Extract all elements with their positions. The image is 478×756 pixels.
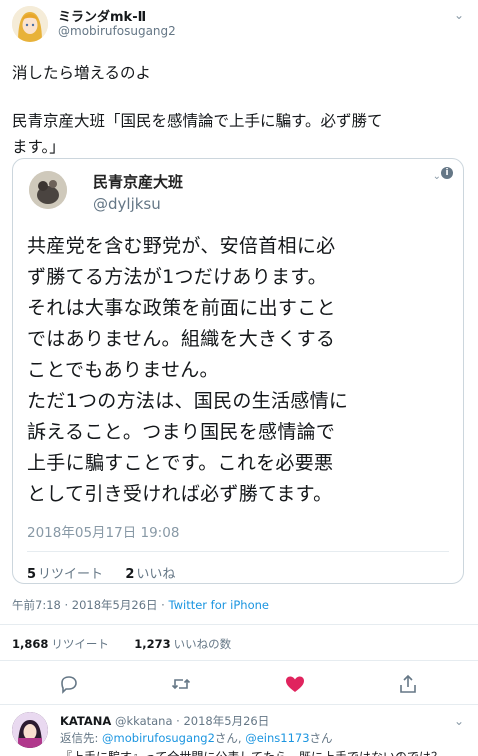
quoted-like-count: 2 [125,567,135,582]
chevron-down-icon[interactable]: ⌄ [454,714,464,728]
divider [0,704,478,705]
quoted-line: として引き受ければ必ず勝てます。 [27,483,333,505]
tweet-stats: 1,868 リツイート 1,273 いいねの数 [12,636,231,652]
tweet-text-line: 消したら増えるのよ [12,64,152,82]
retweet-label: リツイート [51,637,109,651]
reply-to-user-link[interactable]: @mobirufosugang2 [102,731,215,745]
heart-icon[interactable] [283,672,307,696]
quoted-tweet-image[interactable]: 民青京産大班 @dyljksu ⌄ i 共産党を含む野党が、安倍首相に必 ず勝て… [12,158,464,584]
divider [27,551,449,552]
reply-to-user-link[interactable]: @eins1173 [245,731,309,745]
reply-text: 『上手に騙す』って全世間に公表してたら、既に上手ではないのでは？ [60,748,470,756]
author-handle[interactable]: @mobirufosugang2 [58,24,176,38]
reply-tweet[interactable]: KATANA @kkatana · 2018年5月26日 ⌄ 返信先: @mob… [0,706,478,756]
quoted-line: ず勝てる方法が1つだけあります。 [27,266,327,288]
divider [0,624,478,625]
quoted-date: 2018年05月17日 19:08 [27,525,180,541]
reply-icon[interactable] [57,672,81,696]
divider [0,660,478,661]
quoted-line: ではありません。組織を大きくする [27,328,336,350]
reply-author[interactable]: KATANA @kkatana · 2018年5月26日 [60,713,269,729]
tweet-meta: 午前7:18 · 2018年5月26日 · Twitter for iPhone [12,597,269,613]
author-avatar[interactable] [12,6,48,42]
reply-to-line: 返信先: @mobirufosugang2さん, @eins1173さん [60,730,333,746]
quoted-line: ただ1つの方法は、国民の生活感情に [27,390,349,412]
reply-avatar[interactable] [12,712,48,748]
retweet-count: 1,868 [12,637,49,651]
tweet-text-line: ます。」 [12,138,65,156]
quoted-handle: @dyljksu [93,195,161,213]
quoted-line: 共産党を含む野党が、安倍首相に必 [27,235,336,257]
tweet-text: 消したら増えるのよ 民青京産大班「国民を感情論で上手に騙す。必ず勝て ます。」 [12,60,464,160]
chevron-down-icon: ⌄ [432,171,441,182]
quoted-line: それは大事な政策を前面に出すこと [27,297,336,319]
tweet-timestamp[interactable]: 午前7:18 · 2018年5月26日 · [12,598,168,612]
share-icon[interactable] [396,672,420,696]
tweet-text-line: 民青京産大班「国民を感情論で上手に騙す。必ず勝て [12,112,383,130]
quoted-line: ことでもありません。 [27,359,219,381]
quoted-line: 上手に騙すことです。これを必要悪 [27,452,334,474]
retweets-stat[interactable]: 1,868 リツイート [12,637,109,651]
reply-to-separator: さん, [214,731,246,745]
quoted-like-label: いいね [136,567,176,582]
quoted-name: 民青京産大班 [93,173,184,191]
quoted-stats: 5 リツイート 2 いいね [27,563,175,582]
action-bar [0,672,478,696]
quoted-body: 共産党を含む野党が、安倍首相に必 ず勝てる方法が1つだけあります。 それは大事な… [27,231,459,510]
reply-display-name: KATANA [60,714,112,728]
likes-stat[interactable]: 1,273 いいねの数 [134,637,231,651]
quoted-line: 訴えること。つまり国民を感情論で [27,421,336,443]
reply-handle: @kkatana [114,714,173,728]
quoted-retweet-count: 5 [27,567,37,582]
quoted-avatar [29,171,67,209]
info-icon: i [441,167,453,179]
quoted-retweet-label: リツイート [38,567,104,582]
retweet-icon[interactable] [169,672,193,696]
like-count: 1,273 [134,637,171,651]
chevron-down-icon[interactable]: ⌄ [454,8,464,22]
author-display-name[interactable]: ミランダmk-Ⅱ [58,6,146,25]
reply-to-suffix: さん [309,731,333,745]
like-label: いいねの数 [173,637,232,651]
reply-date: · 2018年5月26日 [172,714,270,728]
client-link[interactable]: Twitter for iPhone [168,598,269,612]
reply-to-label: 返信先: [60,731,103,745]
